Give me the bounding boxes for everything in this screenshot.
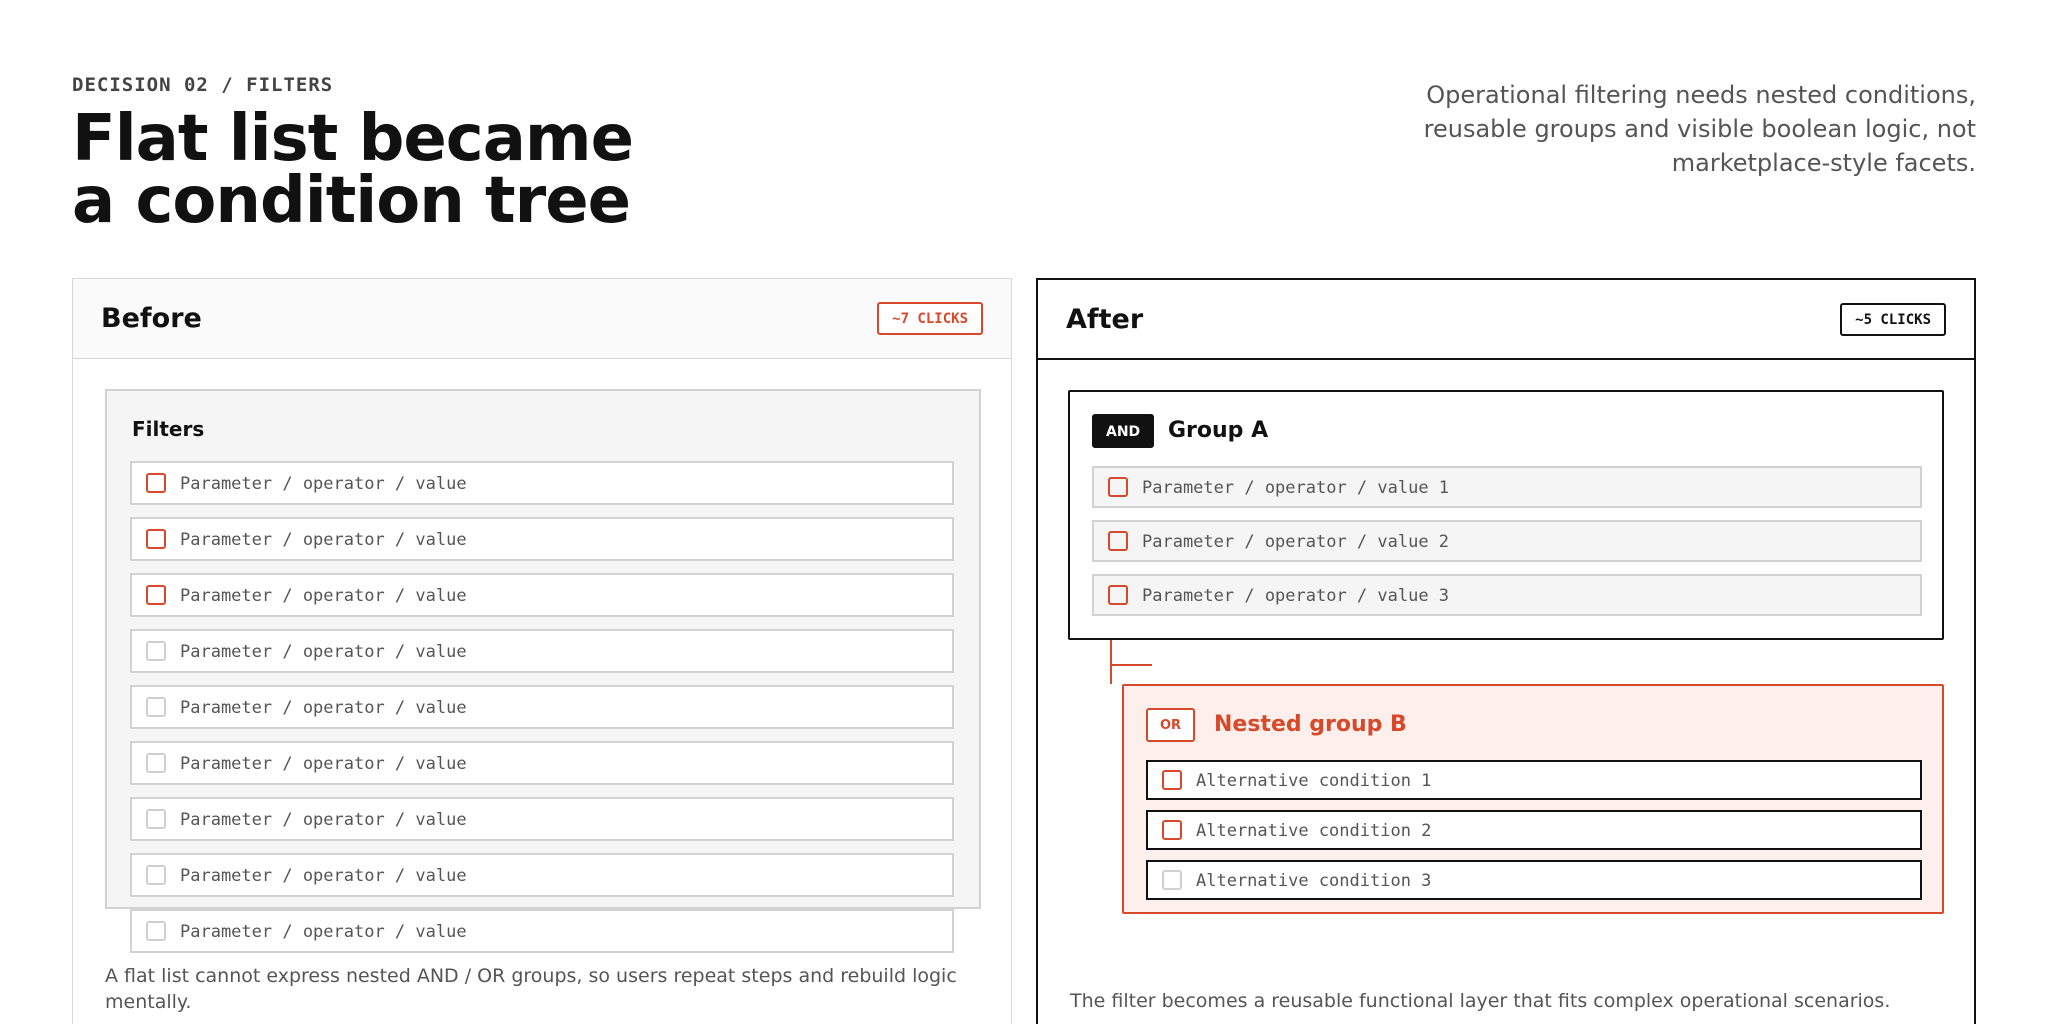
alternative-row[interactable]: Alternative condition 3 [1146,860,1922,900]
before-title: Before [101,303,202,334]
filter-row[interactable]: Parameter / operator / value [130,629,954,673]
filter-row-text: Parameter / operator / value [180,474,467,494]
filter-row[interactable]: Parameter / operator / value [130,573,954,617]
after-clicks-badge: ~5 CLICKS [1840,303,1946,336]
condition-row[interactable]: Parameter / operator / value 1 [1092,466,1922,508]
condition-row[interactable]: Parameter / operator / value 2 [1092,520,1922,562]
checkbox[interactable] [146,473,166,493]
before-clicks-badge: ~7 CLICKS [877,302,983,335]
after-panel: After ~5 CLICKS AND Group A Parameter / … [1036,278,1976,1024]
checkbox[interactable] [1162,770,1182,790]
eyebrow: DECISION 02 / FILTERS [72,74,334,96]
filter-row[interactable]: Parameter / operator / value [130,853,954,897]
and-operator-badge[interactable]: AND [1092,414,1155,448]
alternative-row[interactable]: Alternative condition 2 [1146,810,1922,850]
filter-row-text: Parameter / operator / value [180,698,467,718]
nested-group-b: OR Nested group B Alternative condition … [1122,684,1944,914]
checkbox[interactable] [1108,531,1128,551]
alternative-row[interactable]: Alternative condition 1 [1146,760,1922,800]
lead-text: Operational filtering needs nested condi… [1423,81,1976,177]
before-note: A flat list cannot express nested AND / … [105,965,957,1013]
filter-row-text: Parameter / operator / value [180,530,467,550]
after-note: The filter becomes a reusable functional… [1070,990,1891,1012]
checkbox[interactable] [146,809,166,829]
filter-row[interactable]: Parameter / operator / value [130,685,954,729]
filter-row[interactable]: Parameter / operator / value [130,909,954,953]
before-panel-header: Before ~7 CLICKS [73,279,1011,359]
condition-text: Parameter / operator / value 1 [1142,478,1450,498]
filter-row[interactable]: Parameter / operator / value [130,517,954,561]
checkbox[interactable] [146,921,166,941]
checkbox[interactable] [146,529,166,549]
filter-row[interactable]: Parameter / operator / value [130,461,954,505]
filter-row-text: Parameter / operator / value [180,810,467,830]
filter-row-text: Parameter / operator / value [180,642,467,662]
page-title-line-1: Flat list became [72,102,634,176]
checkbox[interactable] [1162,870,1182,890]
group-a: AND Group A Parameter / operator / value… [1068,390,1944,640]
condition-text: Parameter / operator / value 3 [1142,586,1450,606]
page-title: Flat list became a condition tree [72,102,634,238]
group-b-title: Nested group B [1214,712,1407,737]
checkbox[interactable] [1162,820,1182,840]
alternative-text: Alternative condition 3 [1196,871,1432,891]
filter-row-text: Parameter / operator / value [180,754,467,774]
after-panel-header: After ~5 CLICKS [1038,280,1974,360]
checkbox[interactable] [1108,585,1128,605]
filter-row[interactable]: Parameter / operator / value [130,797,954,841]
group-a-title: Group A [1168,418,1269,443]
filter-row-text: Parameter / operator / value [180,866,467,886]
checkbox[interactable] [1108,477,1128,497]
alternative-text: Alternative condition 1 [1196,771,1432,791]
checkbox[interactable] [146,753,166,773]
tree-connector-vertical [1110,640,1112,684]
checkbox[interactable] [146,585,166,605]
after-title: After [1066,304,1144,335]
alternative-text: Alternative condition 2 [1196,821,1432,841]
tree-connector-horizontal [1110,664,1152,666]
filters-title: Filters [132,417,205,441]
filter-row[interactable]: Parameter / operator / value [130,741,954,785]
or-operator-badge[interactable]: OR [1146,708,1196,742]
filter-row-text: Parameter / operator / value [180,922,467,942]
checkbox[interactable] [146,697,166,717]
page-title-line-2: a condition tree [72,164,631,238]
checkbox[interactable] [146,641,166,661]
filter-row-text: Parameter / operator / value [180,586,467,606]
condition-row[interactable]: Parameter / operator / value 3 [1092,574,1922,616]
before-panel: Before ~7 CLICKS Filters Parameter / ope… [72,278,1012,1024]
checkbox[interactable] [146,865,166,885]
condition-text: Parameter / operator / value 2 [1142,532,1450,552]
